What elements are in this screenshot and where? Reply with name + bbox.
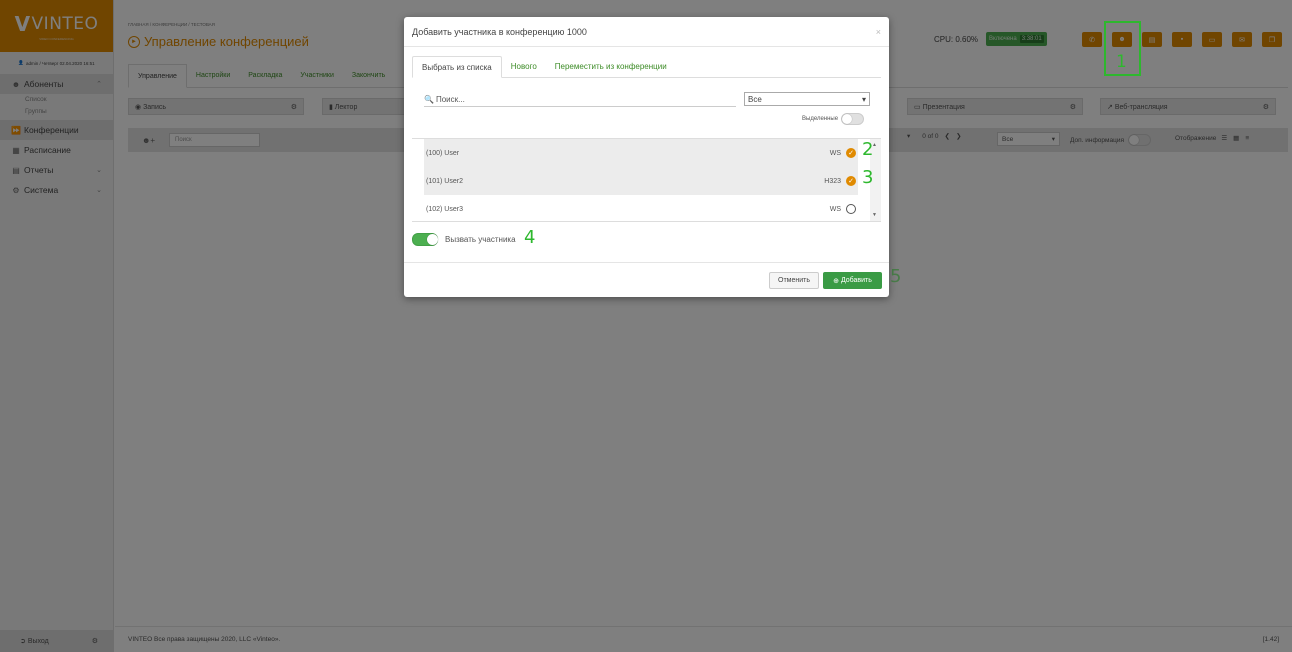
caret-down-icon: ▾	[861, 94, 866, 104]
call-participant-toggle[interactable]	[412, 233, 438, 246]
annotation-3: 3	[862, 167, 874, 188]
scroll-down-icon[interactable]: ▼	[872, 212, 877, 218]
call-participant-wrap: Вызвать участника	[412, 233, 516, 246]
dialog-header: Добавить участника в конференцию 1000 ×	[404, 17, 889, 47]
check-circle-icon[interactable]: ✓	[846, 176, 856, 186]
dialog-search-input[interactable]: 🔍 Поиск...	[424, 92, 736, 107]
call-participant-label: Вызвать участника	[445, 235, 516, 244]
dialog-footer: Отменить ⊕ Добавить	[404, 262, 889, 297]
plus-circle-icon: ⊕	[833, 277, 839, 285]
annotation-4: 4	[524, 227, 536, 248]
annotation-1: 1	[1116, 52, 1127, 72]
participant-name: (100) User	[426, 149, 460, 157]
dialog-title: Добавить участника в конференцию 1000	[412, 26, 587, 37]
participant-list: (100) User WS ✓ (101) User2 H323 ✓ (102) U…	[412, 138, 881, 222]
cancel-button[interactable]: Отменить	[769, 272, 819, 289]
list-item[interactable]: (100) User WS ✓	[424, 139, 858, 167]
tab-new[interactable]: Нового	[502, 56, 546, 77]
annotation-2: 2	[862, 139, 874, 160]
close-icon[interactable]: ×	[876, 27, 881, 37]
selected-only-toggle[interactable]	[841, 113, 865, 125]
check-circle-icon[interactable]: ✓	[846, 148, 856, 158]
add-participant-dialog: Добавить участника в конференцию 1000 × …	[404, 17, 889, 297]
participant-name: (102) User3	[426, 205, 463, 213]
annotation-5: 5	[890, 266, 902, 287]
tab-move-from-conference[interactable]: Переместить из конференции	[546, 56, 676, 77]
filter-value: Все	[748, 94, 762, 104]
selected-only-wrap: Выделенные	[802, 113, 865, 125]
participant-protocol: WS	[829, 149, 841, 157]
search-placeholder: Поиск...	[435, 94, 465, 104]
dialog-filter-select[interactable]: Все ▾	[744, 92, 870, 106]
participant-name: (101) User2	[426, 177, 463, 185]
add-button-label: Добавить	[840, 277, 872, 284]
selected-only-label: Выделенные	[802, 116, 839, 122]
tab-choose-from-list[interactable]: Выбрать из списка	[412, 56, 502, 78]
list-item[interactable]: (102) User3 WS	[424, 195, 858, 223]
participant-protocol: H323	[824, 177, 841, 185]
empty-circle-icon[interactable]	[846, 204, 856, 214]
participant-protocol: WS	[829, 205, 841, 213]
dialog-tabs: Выбрать из списка Нового Переместить из …	[412, 56, 881, 78]
list-item[interactable]: (101) User2 H323 ✓	[424, 167, 858, 195]
add-button[interactable]: ⊕ Добавить	[823, 272, 882, 289]
search-icon: 🔍	[424, 94, 434, 104]
